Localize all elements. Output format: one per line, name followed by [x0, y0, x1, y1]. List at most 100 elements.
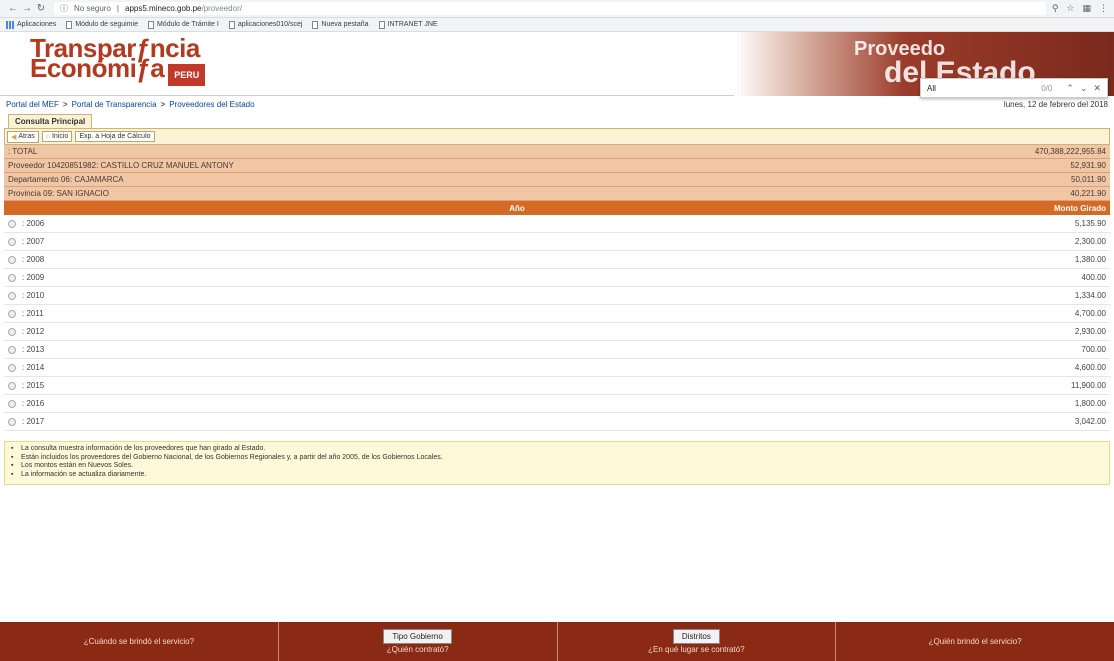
row-year: : 2012	[22, 327, 45, 336]
row-radio[interactable]	[8, 363, 16, 372]
row-amount: 11,900.00	[1071, 381, 1106, 390]
row-radio[interactable]	[8, 417, 16, 426]
page-icon	[312, 20, 319, 29]
peru-badge: PERU	[168, 63, 206, 86]
row-year: : 2010	[22, 291, 45, 300]
summary-label: Departamento 06: CAJAMARCA	[8, 175, 124, 184]
table-row[interactable]: : 2006 5,135.90	[4, 215, 1110, 233]
url-host: apps5.mineco.gob.pe	[125, 4, 202, 13]
footer-cell[interactable]: ¿Cuándo se brindó el servicio?	[0, 622, 279, 661]
row-radio[interactable]	[8, 345, 16, 354]
row-radio[interactable]	[8, 327, 16, 336]
reload-icon[interactable]: ↻	[34, 3, 48, 14]
table-row[interactable]: : 2010 1,334.00	[4, 287, 1110, 305]
row-radio[interactable]	[8, 237, 16, 246]
browser-toolbar: ← → ↻ ⓘ No seguro | apps5.mineco.gob.pe …	[0, 0, 1114, 18]
summary-value: 40,221.90	[1070, 189, 1106, 198]
page-icon	[228, 20, 235, 29]
breadcrumb: Portal del MEF > Portal de Transparencia > P…	[6, 99, 255, 109]
summary-value: 470,388,222,955.84	[1034, 147, 1106, 156]
row-amount: 2,930.00	[1074, 327, 1106, 336]
back-arrow-icon[interactable]: ←	[6, 3, 20, 14]
table-row[interactable]: : 2014 4,600.00	[4, 359, 1110, 377]
breadcrumb-proveedores[interactable]: Proveedores del Estado	[169, 100, 254, 109]
bookmark-item[interactable]: Módulo de Trámite I	[147, 20, 219, 29]
row-radio[interactable]	[8, 255, 16, 264]
footer-cell[interactable]: ¿Quién brindó el servicio?	[836, 622, 1114, 661]
footer-question[interactable]: ¿Cuándo se brindó el servicio?	[84, 637, 194, 646]
summary-row: Proveedor 10420851982: CASTILLO CRUZ MAN…	[4, 159, 1110, 173]
bookmark-item[interactable]: Aplicaciones	[6, 20, 56, 29]
table-row[interactable]: : 2009 400.00	[4, 269, 1110, 287]
bookmark-item[interactable]: INTRANET JNE	[378, 20, 438, 29]
find-input[interactable]: All	[927, 84, 1041, 93]
footer-button[interactable]: Distritos	[672, 629, 720, 644]
table-row[interactable]: : 2012 2,930.00	[4, 323, 1110, 341]
footer-cell[interactable]: Tipo Gobierno ¿Quién contrató?	[279, 622, 558, 661]
row-year: : 2016	[22, 399, 45, 408]
tab-consulta-principal[interactable]: Consulta Principal	[8, 114, 93, 128]
row-radio[interactable]	[8, 291, 16, 300]
find-bar[interactable]: All 0/0 ⌃ ⌄ ✕	[920, 78, 1108, 98]
footer-question[interactable]: ¿En qué lugar se contrató?	[648, 645, 745, 654]
footer-question[interactable]: ¿Quién brindó el servicio?	[929, 637, 1022, 646]
bookmark-item[interactable]: Módulo de seguimie	[66, 20, 138, 29]
breadcrumb-portal-transparencia[interactable]: Portal de Transparencia	[72, 100, 157, 109]
bookmark-item[interactable]: aplicaciones010/scej	[228, 20, 302, 29]
summary-label: Provincia 09: SAN IGNACIO	[8, 189, 109, 198]
home-icon: ⌂	[45, 133, 50, 140]
row-radio[interactable]	[8, 273, 16, 282]
table-row[interactable]: : 2013 700.00	[4, 341, 1110, 359]
find-close-icon[interactable]: ✕	[1093, 83, 1101, 94]
table-row[interactable]: : 2016 1,800.00	[4, 395, 1110, 413]
info-icon[interactable]: ⓘ	[60, 3, 68, 14]
table-row[interactable]: : 2015 11,900.00	[4, 377, 1110, 395]
footer-cell[interactable]: Distritos ¿En qué lugar se contrató?	[558, 622, 837, 661]
home-button[interactable]: ⌂ Inicio	[41, 131, 73, 142]
row-amount: 1,334.00	[1074, 291, 1106, 300]
row-radio[interactable]	[8, 381, 16, 390]
menu-icon[interactable]: ⋮	[1099, 3, 1108, 14]
star-icon[interactable]: ☆	[1066, 3, 1074, 14]
extension-icon[interactable]: ▦	[1082, 3, 1091, 14]
summary-value: 52,931.90	[1070, 161, 1106, 170]
row-year: : 2011	[22, 309, 44, 318]
find-next-icon[interactable]: ⌄	[1080, 83, 1088, 94]
note-item: Están incluidos los proveedores del Gobi…	[11, 454, 1103, 463]
summary-row: : TOTAL 470,388,222,955.84	[4, 145, 1110, 159]
address-bar[interactable]: ⓘ No seguro | apps5.mineco.gob.pe /prove…	[54, 2, 1046, 15]
column-amount[interactable]: Monto Girado	[1030, 204, 1110, 213]
table-row[interactable]: : 2017 3,042.00	[4, 413, 1110, 431]
transparencia-logo[interactable]: Transparƒncia Económiƒa PERU	[0, 32, 206, 95]
row-amount: 4,600.00	[1074, 363, 1106, 372]
row-amount: 1,380.00	[1074, 255, 1106, 264]
table-row[interactable]: : 2007 2,300.00	[4, 233, 1110, 251]
note-item: Los montos están en Nuevos Soles.	[11, 462, 1103, 471]
row-year: : 2015	[22, 381, 45, 390]
row-radio[interactable]	[8, 219, 16, 228]
current-date: lunes, 12 de febrero del 2018	[1003, 99, 1108, 109]
page-icon	[378, 20, 385, 29]
zoom-icon[interactable]: ⚲	[1052, 3, 1059, 14]
row-radio[interactable]	[8, 399, 16, 408]
url-path: /proveedor/	[201, 4, 242, 13]
footer-question[interactable]: ¿Quién contrató?	[387, 645, 449, 654]
column-year[interactable]: Año	[4, 204, 1030, 213]
footer-button[interactable]: Tipo Gobierno	[383, 629, 452, 644]
table-row[interactable]: : 2011 4,700.00	[4, 305, 1110, 323]
table-row[interactable]: : 2008 1,380.00	[4, 251, 1110, 269]
summary-label: Proveedor 10420851982: CASTILLO CRUZ MAN…	[8, 161, 234, 170]
summary-row: Departamento 06: CAJAMARCA 50,011.90	[4, 173, 1110, 187]
row-year: : 2007	[22, 237, 45, 246]
bookmark-item[interactable]: Nueva pestaña	[312, 20, 369, 29]
export-button[interactable]: Exp. a Hoja de Cálculo	[75, 131, 155, 142]
breadcrumb-portal-mef[interactable]: Portal del MEF	[6, 100, 59, 109]
row-amount: 5,135.90	[1074, 219, 1106, 228]
row-radio[interactable]	[8, 309, 16, 318]
summary-label: : TOTAL	[8, 147, 38, 156]
row-amount: 2,300.00	[1074, 237, 1106, 246]
back-button[interactable]: ◀ Atras	[7, 130, 39, 143]
toolbar: ◀ Atras ⌂ Inicio Exp. a Hoja de Cálculo	[4, 128, 1110, 145]
forward-arrow-icon[interactable]: →	[20, 3, 34, 14]
find-prev-icon[interactable]: ⌃	[1066, 83, 1074, 94]
